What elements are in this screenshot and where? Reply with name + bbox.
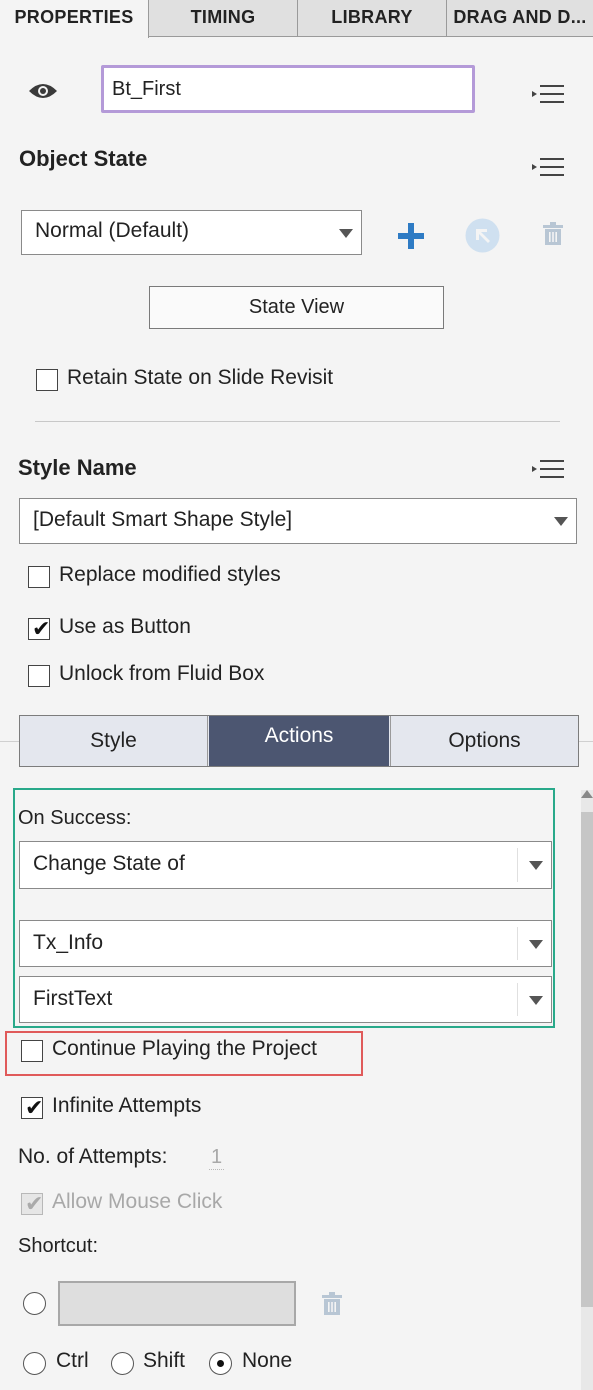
state-view-button[interactable]: State View — [149, 286, 444, 329]
modifier-shift-label: Shift — [143, 1349, 186, 1372]
trash-icon[interactable] — [320, 1292, 344, 1316]
shortcut-label: Shortcut: — [18, 1235, 99, 1257]
plus-icon[interactable] — [397, 222, 425, 250]
arrow-icon[interactable] — [464, 217, 501, 254]
modifier-ctrl-radio[interactable] — [23, 1352, 46, 1375]
tab-drag-and-drop[interactable]: DRAG AND D... — [447, 0, 593, 37]
unlock-fluid-box-checkbox[interactable] — [28, 665, 50, 687]
target-object-dropdown[interactable]: Tx_Info — [19, 920, 552, 967]
action-dropdown-value: Change State of — [33, 852, 185, 875]
dropdown-separator — [517, 848, 518, 882]
eye-icon[interactable] — [27, 80, 59, 102]
allow-mouse-click-label: Allow Mouse Click — [52, 1190, 223, 1213]
scrollbar-track[interactable] — [581, 790, 593, 1390]
infinite-attempts-checkbox[interactable]: ✔ — [21, 1095, 44, 1120]
tab-timing[interactable]: TIMING — [149, 0, 298, 37]
attempts-label: No. of Attempts: — [18, 1145, 168, 1168]
target-state-dropdown[interactable]: FirstText — [19, 976, 552, 1023]
dropdown-separator — [517, 983, 518, 1016]
replace-styles-checkbox[interactable] — [28, 566, 50, 588]
chevron-down-icon — [554, 517, 568, 526]
modifier-shift-radio[interactable] — [111, 1352, 134, 1375]
replace-styles-label: Replace modified styles — [59, 563, 281, 586]
modifier-none-radio[interactable] — [209, 1352, 232, 1375]
object-state-dropdown-value: Normal (Default) — [35, 219, 190, 242]
segment-options[interactable]: Options — [390, 716, 578, 766]
tab-library[interactable]: LIBRARY — [298, 0, 447, 37]
target-state-dropdown-value: FirstText — [33, 987, 113, 1010]
dropdown-separator — [517, 927, 518, 960]
object-state-title: Object State — [19, 146, 148, 171]
use-as-button-label: Use as Button — [59, 615, 191, 638]
shortcut-custom-radio[interactable] — [23, 1292, 46, 1315]
style-name-dropdown[interactable]: [Default Smart Shape Style] — [19, 498, 577, 544]
object-state-dropdown[interactable]: Normal (Default) — [21, 210, 362, 255]
properties-menu-icon[interactable] — [532, 82, 566, 106]
tab-properties[interactable]: PROPERTIES — [0, 0, 149, 38]
use-as-button-checkbox[interactable]: ✔ — [28, 616, 51, 641]
modifier-none-label: None — [242, 1349, 293, 1372]
radio-selected-dot — [216, 1359, 224, 1367]
segment-style[interactable]: Style — [20, 716, 208, 766]
style-name-dropdown-value: [Default Smart Shape Style] — [33, 508, 293, 531]
infinite-attempts-label: Infinite Attempts — [52, 1094, 202, 1117]
object-name-input[interactable]: Bt_First — [101, 65, 475, 113]
segment-actions[interactable]: Actions — [209, 716, 389, 766]
property-segmented-control: Style Actions Options — [19, 715, 579, 767]
on-success-label: On Success: — [18, 807, 132, 829]
style-name-menu-icon[interactable] — [532, 457, 566, 481]
target-object-dropdown-value: Tx_Info — [33, 931, 104, 954]
shortcut-key-field[interactable] — [58, 1281, 296, 1326]
continue-playing-label: Continue Playing the Project — [52, 1037, 317, 1060]
trash-icon[interactable] — [541, 222, 565, 246]
continue-playing-checkbox[interactable] — [21, 1040, 43, 1062]
unlock-fluid-box-label: Unlock from Fluid Box — [59, 662, 265, 685]
checkmark-icon: ✔ — [25, 1095, 44, 1120]
retain-state-checkbox[interactable] — [36, 369, 58, 391]
chevron-down-icon — [529, 939, 543, 949]
object-state-menu-icon[interactable] — [532, 155, 566, 179]
panel-tab-bar: PROPERTIES TIMING LIBRARY DRAG AND D... — [0, 0, 593, 38]
retain-state-label: Retain State on Slide Revisit — [67, 366, 334, 389]
chevron-down-icon — [529, 995, 543, 1005]
checkmark-icon: ✔ — [25, 1191, 44, 1216]
allow-mouse-click-checkbox[interactable]: ✔ — [21, 1191, 44, 1216]
action-dropdown[interactable]: Change State of — [19, 841, 552, 889]
attempts-value[interactable]: 1 — [209, 1146, 225, 1170]
scroll-up-icon[interactable] — [581, 790, 593, 798]
scrollbar-thumb[interactable] — [581, 812, 593, 1307]
modifier-ctrl-label: Ctrl — [56, 1349, 89, 1372]
divider — [35, 421, 560, 422]
checkmark-icon: ✔ — [32, 616, 51, 641]
chevron-down-icon — [339, 228, 353, 238]
chevron-down-icon — [529, 861, 543, 870]
style-name-title: Style Name — [18, 455, 137, 480]
